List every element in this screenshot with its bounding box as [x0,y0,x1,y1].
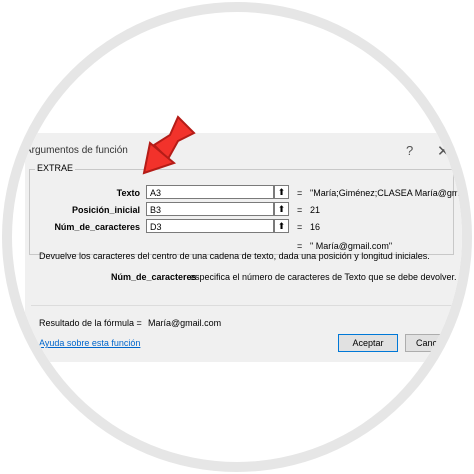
red-arrow-icon [142,115,196,175]
collapse-dialog-icon[interactable]: ⬆ [274,185,289,199]
cancel-button[interactable]: Cancelar [405,334,462,352]
arg-result-texto: "María;Giménez;CLASEA María@gmail [310,188,462,198]
dialog-title: Argumentos de función [25,145,128,156]
num-caracteres-input[interactable]: D3 [146,219,274,233]
equals-sign: = [297,205,303,215]
arg-label-num-caracteres: Núm_de_caracteres [54,222,140,232]
collapse-dialog-icon[interactable]: ⬆ [274,202,289,216]
arg-result-num-caracteres: 16 [310,222,321,232]
help-link[interactable]: Ayuda sobre esta función [39,338,140,348]
equals-sign: = [297,188,303,198]
circular-viewport: Argumentos de función ? ✕ EXTRAE Texto A… [12,12,462,462]
equals-sign: = [297,241,303,251]
formula-result-value: María@gmail.com [148,318,222,328]
posicion-inicial-input[interactable]: B3 [146,202,274,216]
arg-description-name: Núm_de_caracteres [111,272,197,282]
function-description: Devuelve los caracteres del centro de un… [39,251,430,261]
equals-sign: = [297,222,303,232]
arg-label-posicion-inicial: Posición_inicial [71,205,140,215]
formula-result-label: Resultado de la fórmula = [39,318,142,328]
function-name: EXTRAE [35,163,76,173]
arg-result-posicion-inicial: 21 [310,205,321,215]
circular-frame: Argumentos de función ? ✕ EXTRAE Texto A… [2,2,472,472]
divider [31,305,456,306]
close-icon[interactable]: ✕ [437,142,450,160]
collapse-dialog-icon[interactable]: ⬆ [274,219,289,233]
function-arguments-dialog: Argumentos de función ? ✕ EXTRAE Texto A… [25,133,462,362]
arg-label-texto: Texto [116,188,140,198]
function-result: " María@gmail.com" [310,241,393,251]
texto-input[interactable]: A3 [146,185,274,199]
help-icon[interactable]: ? [406,143,413,158]
arg-description-text: especifica el número de caracteres de Te… [190,272,457,282]
accept-button[interactable]: Aceptar [338,334,398,352]
